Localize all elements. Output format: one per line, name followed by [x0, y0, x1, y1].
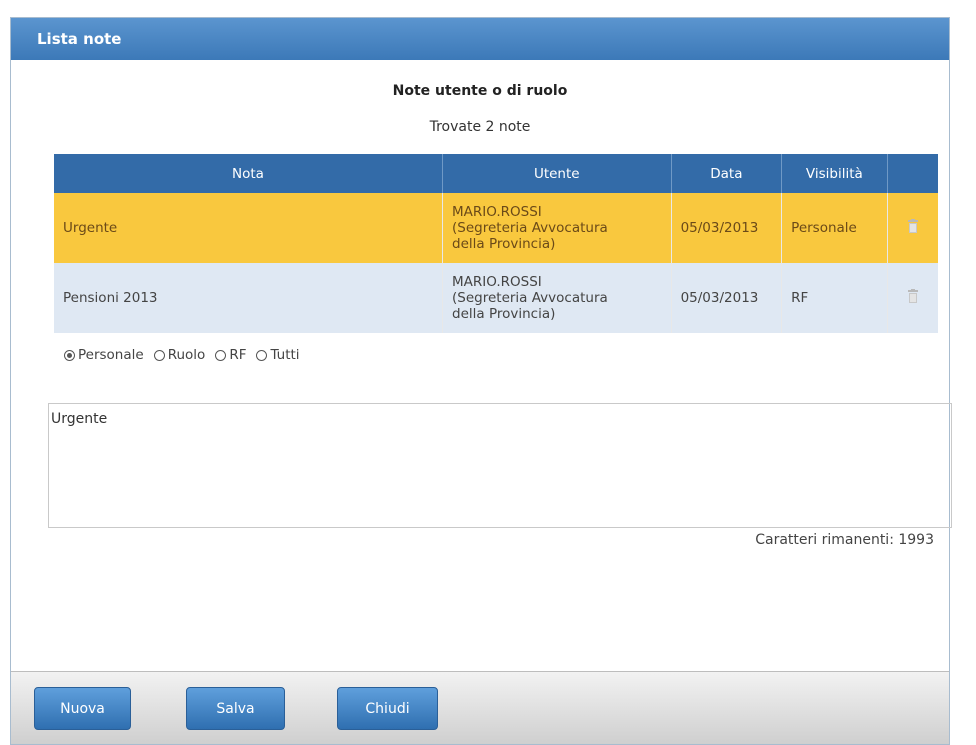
cell-utente: MARIO.ROSSI (Segreteria Avvocatura della…	[442, 263, 672, 333]
visibility-radio-group: Personale Ruolo RF Tutti	[64, 347, 310, 363]
radio-button[interactable]	[64, 349, 75, 361]
results-count: Trovate 2 note	[429, 119, 531, 135]
note-textarea[interactable]: Urgente	[48, 403, 952, 528]
save-button[interactable]: Salva	[186, 687, 285, 730]
utente-office-line: (Segreteria Avvocatura	[452, 290, 608, 306]
utente-name: MARIO.ROSSI	[452, 274, 542, 290]
radio-label: Ruolo	[167, 347, 206, 363]
cell-actions	[887, 193, 938, 263]
page-heading: Note utente o di ruolo	[392, 83, 568, 99]
cell-visibilita: Personale	[781, 193, 888, 263]
column-header-actions	[887, 154, 938, 193]
table-row[interactable]: Pensioni 2013 MARIO.ROSSI (Segreteria Av…	[54, 263, 938, 333]
utente-office-line: della Provincia)	[452, 236, 556, 252]
trash-icon[interactable]	[907, 219, 919, 233]
note-list-window: Lista note Note utente o di ruolo Trovat…	[10, 17, 952, 745]
cell-nota: Urgente	[54, 193, 443, 263]
cell-nota: Pensioni 2013	[54, 263, 443, 333]
utente-office-line: della Provincia)	[452, 306, 556, 322]
column-header-data[interactable]: Data	[671, 154, 783, 193]
footer-toolbar: Nuova Salva Chiudi	[11, 671, 949, 744]
column-header-utente[interactable]: Utente	[442, 154, 672, 193]
radio-personale[interactable]: Personale	[64, 347, 144, 363]
column-header-visibilita[interactable]: Visibilità	[781, 154, 888, 193]
radio-button[interactable]	[256, 349, 268, 361]
utente-name: MARIO.ROSSI	[452, 204, 542, 220]
radio-label: Personale	[78, 347, 144, 363]
cell-visibilita: RF	[781, 263, 888, 333]
radio-ruolo[interactable]: Ruolo	[153, 347, 206, 363]
utente-office-line: (Segreteria Avvocatura	[452, 220, 608, 236]
cell-actions	[887, 263, 938, 333]
trash-icon[interactable]	[907, 289, 919, 303]
radio-button[interactable]	[215, 349, 227, 361]
close-button[interactable]: Chiudi	[337, 687, 438, 730]
radio-rf[interactable]: RF	[215, 347, 246, 363]
radio-label: RF	[229, 347, 247, 363]
table-header-row: Nota Utente Data Visibilità	[54, 154, 938, 193]
cell-data: 05/03/2013	[671, 193, 783, 263]
cell-utente: MARIO.ROSSI (Segreteria Avvocatura della…	[442, 193, 672, 263]
cell-data: 05/03/2013	[671, 263, 783, 333]
remaining-characters: Caratteri rimanenti: 1993	[755, 532, 934, 548]
window-title: Lista note	[11, 18, 949, 60]
column-header-nota[interactable]: Nota	[54, 154, 443, 193]
new-button[interactable]: Nuova	[34, 687, 131, 730]
table-row[interactable]: Urgente MARIO.ROSSI (Segreteria Avvocatu…	[54, 193, 938, 263]
notes-table: Nota Utente Data Visibilità Urgente MARI…	[54, 154, 938, 333]
radio-label: Tutti	[270, 347, 300, 363]
radio-button[interactable]	[153, 349, 165, 361]
radio-tutti[interactable]: Tutti	[256, 347, 300, 363]
